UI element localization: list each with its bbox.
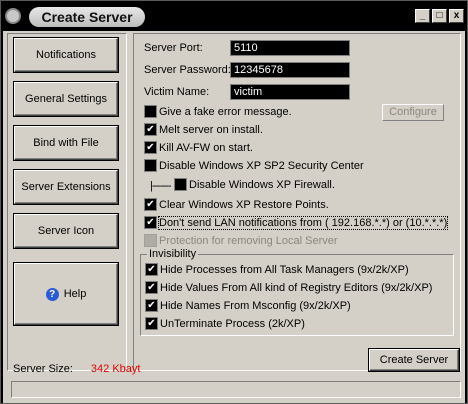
checkbox-box: [144, 233, 157, 247]
help-icon: ?: [45, 287, 59, 301]
checkbox-label: Hide Names From Msconfig (9x/2k/XP): [160, 300, 351, 312]
checkbox-box: [144, 140, 157, 154]
general-settings-panel: Server Port: 5110 Server Password: 12345…: [133, 33, 461, 371]
unterminate-process-checkbox[interactable]: UnTerminate Process (2k/XP): [145, 316, 305, 332]
checkbox-label: UnTerminate Process (2k/XP): [160, 318, 305, 330]
checkbox-label: Disable Windows XP SP2 Security Center: [159, 160, 364, 172]
minimize-button[interactable]: _: [415, 9, 430, 23]
disable-security-center-checkbox[interactable]: Disable Windows XP SP2 Security Center: [144, 158, 364, 174]
hide-msconfig-checkbox[interactable]: Hide Names From Msconfig (9x/2k/XP): [145, 298, 351, 314]
checkbox-label: Protection for removing Local Server: [159, 235, 338, 247]
create-server-window: Create Server _ □ x Notifications Genera…: [0, 0, 468, 404]
invisibility-title: Invisibility: [147, 248, 199, 260]
checkbox-label: Kill AV-FW on start.: [159, 142, 253, 154]
checkbox-box: [145, 298, 158, 312]
window-title: Create Server: [29, 7, 145, 27]
title-bar[interactable]: Create Server _ □ x: [1, 1, 467, 31]
checkbox-box: [145, 262, 158, 276]
create-server-button[interactable]: Create Server: [368, 348, 460, 372]
general-settings-button[interactable]: General Settings: [13, 81, 119, 117]
checkbox-box: [174, 177, 187, 191]
clear-restore-points-checkbox[interactable]: Clear Windows XP Restore Points.: [144, 197, 329, 213]
checkbox-box: [144, 215, 157, 229]
progress-bar: [11, 381, 461, 398]
checkbox-box: [144, 197, 157, 211]
fake-error-checkbox[interactable]: Give a fake error message.: [144, 104, 292, 120]
checkbox-box: [144, 158, 157, 172]
checkbox-label: Hide Processes from All Task Managers (9…: [160, 264, 409, 276]
server-size: Server Size: 342 Kbayt: [13, 363, 140, 375]
server-port-input[interactable]: 5110: [230, 40, 350, 56]
help-button[interactable]: ? Help: [13, 262, 119, 326]
checkbox-box: [145, 316, 158, 330]
checkbox-label: Melt server on install.: [159, 124, 263, 136]
checkbox-label: Don't send LAN notifications from ( 192.…: [157, 216, 449, 230]
client-area: Notifications General Settings Bind with…: [3, 31, 465, 403]
checkbox-label: Clear Windows XP Restore Points.: [159, 199, 329, 211]
melt-server-checkbox[interactable]: Melt server on install.: [144, 122, 263, 138]
victim-name-input[interactable]: victim: [230, 84, 350, 100]
server-icon-button[interactable]: Server Icon: [13, 213, 119, 249]
close-button[interactable]: x: [449, 9, 464, 23]
server-extensions-button[interactable]: Server Extensions: [13, 169, 119, 205]
disable-firewall-checkbox[interactable]: Disable Windows XP Firewall.: [174, 177, 335, 193]
hide-registry-values-checkbox[interactable]: Hide Values From All kind of Registry Ed…: [145, 280, 433, 296]
hide-processes-checkbox[interactable]: Hide Processes from All Task Managers (9…: [145, 262, 409, 278]
tree-connector: |-------: [150, 180, 171, 192]
help-label: Help: [63, 288, 87, 300]
kill-av-fw-checkbox[interactable]: Kill AV-FW on start.: [144, 140, 253, 156]
navigation-panel: Notifications General Settings Bind with…: [7, 33, 127, 371]
lan-notifications-checkbox[interactable]: Don't send LAN notifications from ( 192.…: [144, 215, 449, 231]
protection-checkbox: Protection for removing Local Server: [144, 233, 338, 249]
checkbox-box: [144, 104, 157, 118]
server-port-label: Server Port:: [144, 42, 203, 54]
server-password-label: Server Password:: [144, 64, 231, 76]
server-password-input[interactable]: 12345678: [230, 62, 350, 78]
checkbox-box: [145, 280, 158, 294]
server-size-label: Server Size:: [13, 363, 73, 375]
checkbox-label: Hide Values From All kind of Registry Ed…: [160, 282, 433, 294]
configure-button[interactable]: Configure: [382, 104, 444, 121]
checkbox-box: [144, 122, 157, 136]
notifications-button[interactable]: Notifications: [13, 37, 119, 73]
app-icon: [5, 8, 21, 24]
checkbox-label: Give a fake error message.: [159, 106, 292, 118]
invisibility-group: Invisibility Hide Processes from All Tas…: [140, 248, 454, 336]
victim-name-label: Victim Name:: [144, 86, 210, 98]
checkbox-label: Disable Windows XP Firewall.: [189, 179, 335, 191]
maximize-button[interactable]: □: [432, 9, 447, 23]
bind-with-file-button[interactable]: Bind with File: [13, 125, 119, 161]
server-size-value: 342 Kbayt: [90, 363, 141, 375]
